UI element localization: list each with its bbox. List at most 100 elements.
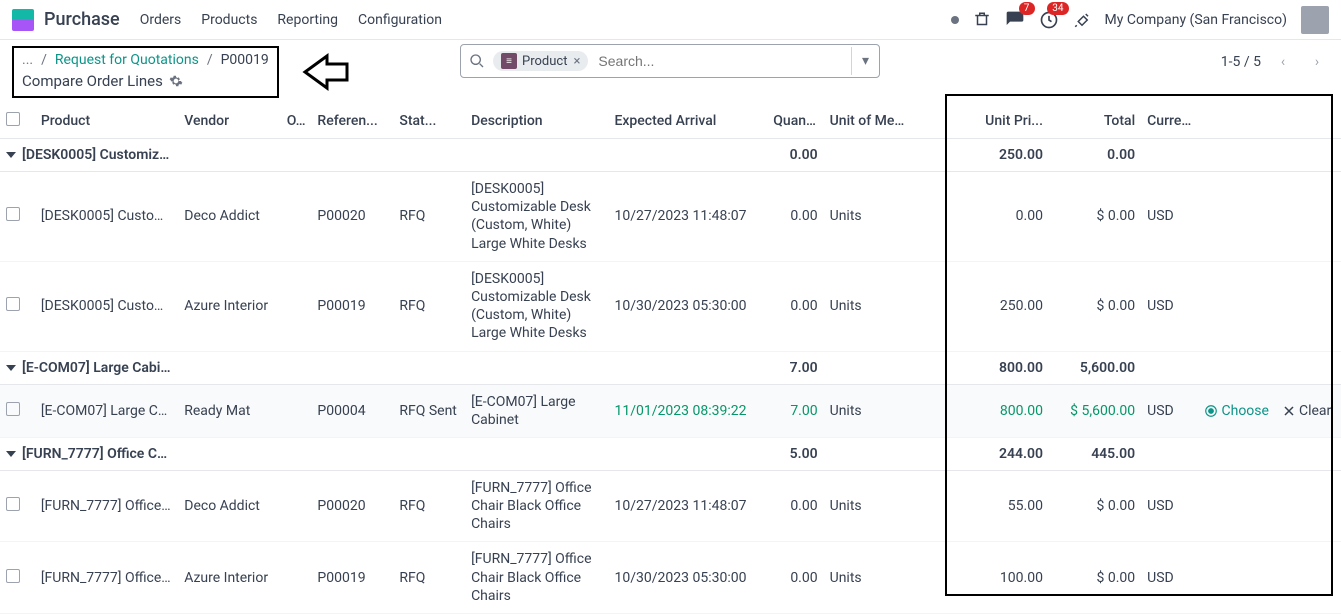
breadcrumb-link-rfq[interactable]: Request for Quotations (55, 52, 199, 68)
company-name[interactable]: My Company (San Francisco) (1105, 12, 1287, 28)
caret-down-icon (6, 365, 16, 371)
cell-price: 0.00 (967, 172, 1049, 262)
cell-product: [FURN_7777] Office C... (35, 470, 178, 542)
breadcrumb-dots[interactable]: ... (22, 52, 33, 68)
cell-vendor: Ready Mat (178, 384, 280, 437)
subbar: ... / Request for Quotations / P00019 Co… (0, 40, 1341, 104)
table-row[interactable]: [DESK0005] Customiza... Azure Interior P… (0, 261, 1341, 351)
cell-total: $ 0.00 (1049, 542, 1141, 614)
pager-text: 1-5 / 5 (1221, 54, 1261, 70)
breadcrumb-current[interactable]: P00019 (221, 52, 269, 68)
order-lines-table: Product Vendor O... Referen... Stat... D… (0, 104, 1341, 614)
cell-desc: [FURN_7777] Office Chair Black Office Ch… (465, 470, 608, 542)
col-price[interactable]: Unit Pri... (967, 104, 1049, 139)
cell-curr: USD (1141, 470, 1197, 542)
group-row[interactable]: [FURN_7777] Office Chair (3) 5.00 244.00… (0, 437, 1341, 470)
search-chip-product[interactable]: ≡ Product × (493, 51, 588, 71)
activity-icon[interactable]: 34 (1039, 10, 1059, 30)
cell-qty: 0.00 (767, 542, 823, 614)
col-total[interactable]: Total (1049, 104, 1141, 139)
clear-button[interactable]: Clear (1283, 403, 1331, 419)
tools-icon[interactable] (1073, 11, 1091, 29)
cell-ref: P00004 (311, 384, 393, 437)
col-o[interactable]: O... (281, 104, 312, 139)
select-all-checkbox[interactable] (6, 112, 20, 126)
cell-arrival: 10/27/2023 11:48:07 (608, 172, 767, 262)
cell-uom: Units (824, 542, 916, 614)
col-description[interactable]: Description (465, 104, 608, 139)
cell-ref: P00019 (311, 542, 393, 614)
table-row[interactable]: [FURN_7777] Office C... Deco Addict P000… (0, 470, 1341, 542)
group-row[interactable]: [DESK0005] Customizable Desk (Custom, Wh… (0, 139, 1341, 172)
cell-qty: 7.00 (767, 384, 823, 437)
cell-product: [DESK0005] Customiza... (35, 172, 178, 262)
row-checkbox[interactable] (6, 569, 20, 583)
col-qty[interactable]: Quanti... (767, 104, 823, 139)
col-uom[interactable]: Unit of Measu... (824, 104, 916, 139)
col-vendor[interactable]: Vendor (178, 104, 280, 139)
chat-icon[interactable]: 7 (1005, 10, 1025, 30)
chat-badge: 7 (1019, 2, 1035, 15)
nav-products[interactable]: Products (201, 12, 257, 28)
table-row[interactable]: [FURN_7777] Office C... Azure Interior P… (0, 542, 1341, 614)
nav-configuration[interactable]: Configuration (358, 12, 442, 28)
group-row[interactable]: [E-COM07] Large Cabinet (1) 7.00 800.00 … (0, 351, 1341, 384)
col-arrival[interactable]: Expected Arrival (608, 104, 767, 139)
table-row[interactable]: [E-COM07] Large Cabi... Ready Mat P00004… (0, 384, 1341, 437)
cell-product: [E-COM07] Large Cabi... (35, 384, 178, 437)
col-reference[interactable]: Referen... (311, 104, 393, 139)
cell-desc: [DESK0005] Customizable Desk (Custom, Wh… (465, 172, 608, 262)
cell-product: [FURN_7777] Office C... (35, 542, 178, 614)
row-checkbox[interactable] (6, 207, 20, 221)
cell-curr: USD (1141, 172, 1197, 262)
cell-total: $ 0.00 (1049, 261, 1141, 351)
nav-orders[interactable]: Orders (140, 12, 182, 28)
col-status[interactable]: Stat... (393, 104, 465, 139)
avatar[interactable] (1301, 6, 1329, 34)
app-name[interactable]: Purchase (44, 9, 120, 30)
pager-prev[interactable]: ‹ (1271, 50, 1295, 74)
cell-vendor: Deco Addict (178, 172, 280, 262)
search-options-caret[interactable]: ▾ (851, 47, 879, 75)
cell-status: RFQ (393, 261, 465, 351)
cell-curr: USD (1141, 261, 1197, 351)
cell-qty: 0.00 (767, 172, 823, 262)
cell-uom: Units (824, 470, 916, 542)
pager: 1-5 / 5 ‹ › (1221, 50, 1329, 74)
search-input[interactable] (594, 49, 851, 73)
app-icon[interactable] (12, 9, 34, 31)
search-icon (461, 53, 493, 69)
chip-label: Product (522, 54, 567, 69)
cell-desc: [FURN_7777] Office Chair Black Office Ch… (465, 542, 608, 614)
activity-badge: 34 (1047, 2, 1068, 15)
cell-uom: Units (824, 261, 916, 351)
col-product[interactable]: Product (35, 104, 178, 139)
cell-qty: 0.00 (767, 470, 823, 542)
chip-remove-icon[interactable]: × (573, 54, 580, 69)
nav-reporting[interactable]: Reporting (277, 12, 338, 28)
cell-arrival: 10/27/2023 11:48:07 (608, 470, 767, 542)
pager-next[interactable]: › (1305, 50, 1329, 74)
cell-uom: Units (824, 384, 916, 437)
table-row[interactable]: [DESK0005] Customiza... Deco Addict P000… (0, 172, 1341, 262)
cell-desc: [E-COM07] Large Cabinet (465, 384, 608, 437)
col-currency[interactable]: Curren... (1141, 104, 1197, 139)
row-checkbox[interactable] (6, 497, 20, 511)
cell-arrival: 10/30/2023 05:30:00 (608, 542, 767, 614)
row-checkbox[interactable] (6, 402, 20, 416)
cell-arrival: 11/01/2023 08:39:22 (608, 384, 767, 437)
choose-button[interactable]: Choose (1204, 403, 1269, 419)
cell-status: RFQ Sent (393, 384, 465, 437)
cell-curr: USD (1141, 542, 1197, 614)
gear-icon[interactable] (169, 74, 183, 88)
cell-vendor: Deco Addict (178, 470, 280, 542)
cell-total: $ 0.00 (1049, 172, 1141, 262)
searchbar[interactable]: ≡ Product × ▾ (460, 44, 880, 78)
cell-price: 800.00 (967, 384, 1049, 437)
tray-icon[interactable] (973, 11, 991, 29)
cell-price: 100.00 (967, 542, 1049, 614)
page-title: Compare Order Lines (22, 72, 163, 90)
row-checkbox[interactable] (6, 297, 20, 311)
cell-total: $ 5,600.00 (1049, 384, 1141, 437)
cell-desc: [DESK0005] Customizable Desk (Custom, Wh… (465, 261, 608, 351)
